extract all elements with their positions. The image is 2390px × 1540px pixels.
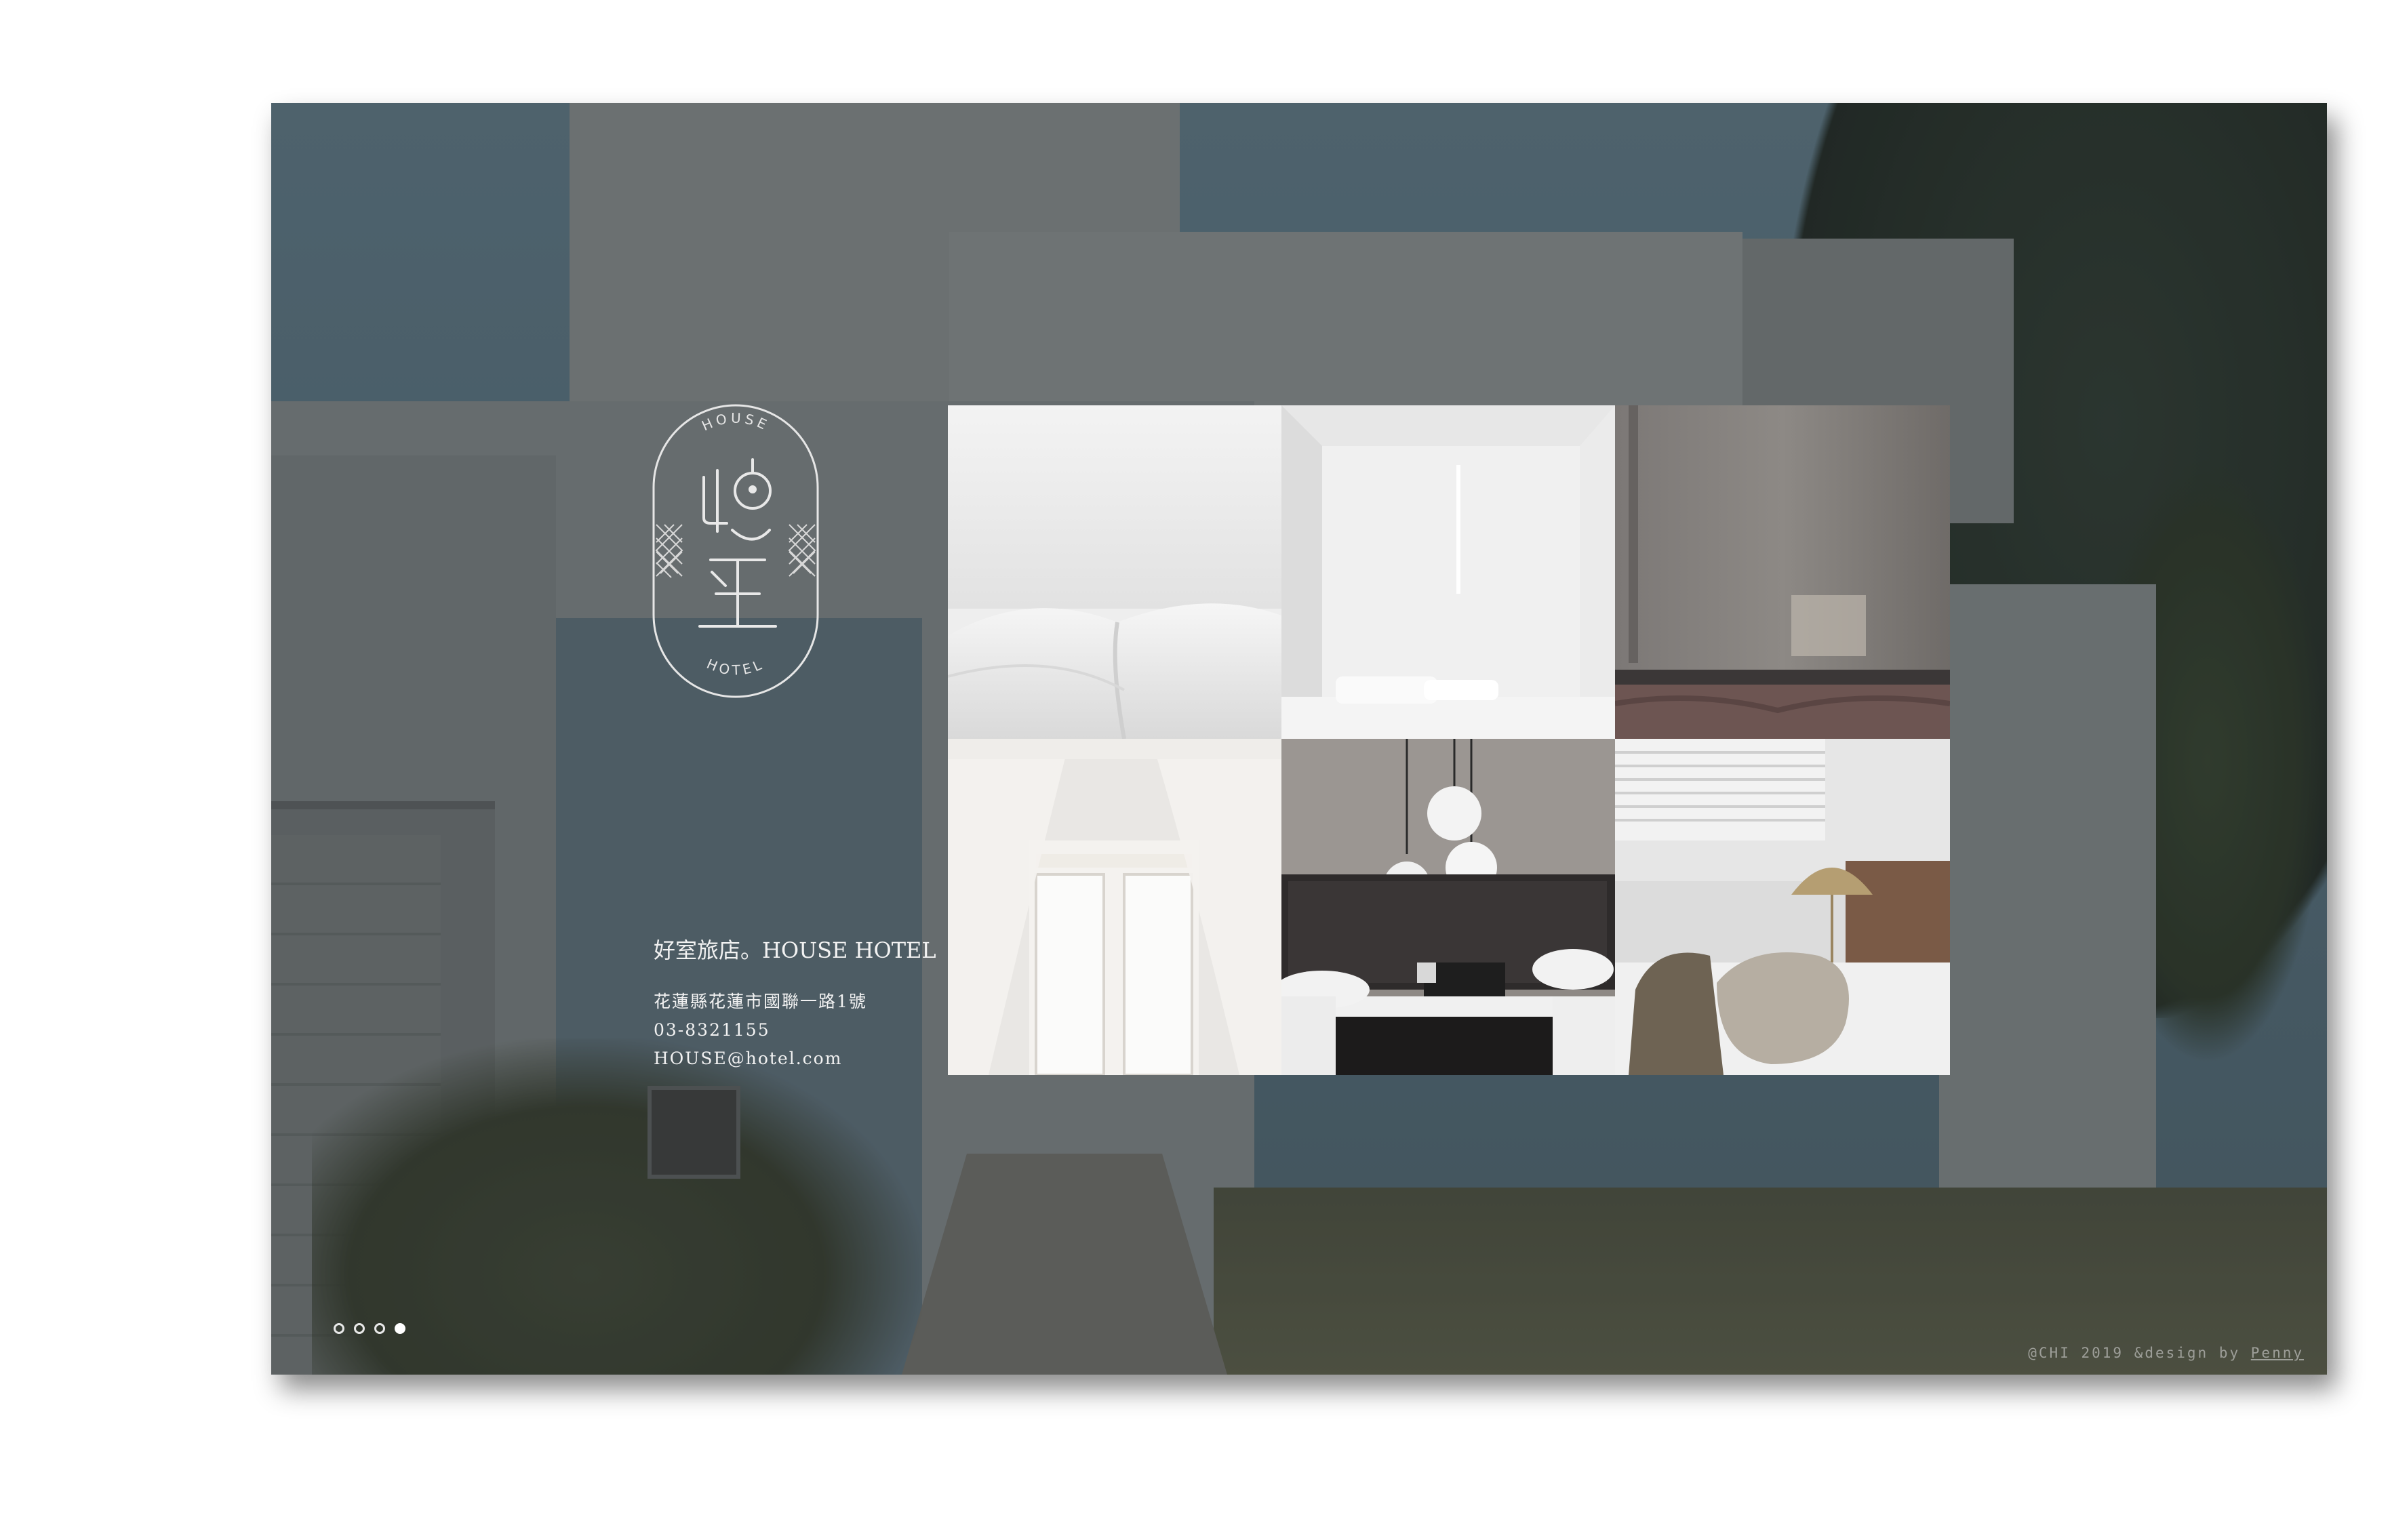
logo-top-text: HOUSE (699, 410, 769, 434)
hotel-name: 好室旅店。HOUSE HOTEL (654, 937, 936, 963)
logo-bottom-text: HOTEL (704, 655, 763, 678)
svg-text:HOUSE: HOUSE (699, 410, 772, 434)
concrete-wall-bed-photo[interactable] (1615, 405, 1950, 739)
contact-info: 好室旅店。HOUSE HOTEL 花蓮縣花蓮市國聯一路1號 03-8321155… (654, 933, 936, 1073)
hero-banner: HOUSE HOTEL 好室旅店。HOUSE HOTEL 花蓮縣花蓮市國聯一路1… (271, 103, 2327, 1375)
white-room-light-strip-photo[interactable] (1281, 405, 1615, 739)
credit-author-link[interactable]: Penny (2251, 1345, 2304, 1361)
carousel-dot-1[interactable] (334, 1323, 344, 1334)
carousel-dot-3[interactable] (374, 1323, 385, 1334)
pendant-lamps-bedroom-photo[interactable] (1281, 739, 1615, 1075)
svg-text:HOTEL: HOTEL (704, 655, 767, 678)
credit-prefix: @CHI 2019 &design by (2028, 1345, 2251, 1361)
white-bed-sheets-photo[interactable] (948, 405, 1281, 739)
hotel-logo-emblem: HOUSE HOTEL (652, 404, 819, 698)
pillows-brass-lamp-photo[interactable] (1615, 739, 1950, 1075)
carousel-dot-4-active[interactable] (395, 1323, 405, 1334)
carousel-dot-2[interactable] (354, 1323, 365, 1334)
carousel-pagination (334, 1323, 405, 1334)
phone-text[interactable]: 03-8321155 (654, 1016, 936, 1045)
room-photo-grid (948, 405, 1950, 1075)
white-curtain-door-photo[interactable] (948, 739, 1281, 1075)
email-link[interactable]: HOUSE@hotel.com (654, 1045, 936, 1073)
address-text: 花蓮縣花蓮市國聯一路1號 (654, 992, 867, 1011)
footer-credit: @CHI 2019 &design by Penny (2028, 1345, 2304, 1361)
hotel-logo[interactable]: HOUSE HOTEL (651, 403, 820, 700)
